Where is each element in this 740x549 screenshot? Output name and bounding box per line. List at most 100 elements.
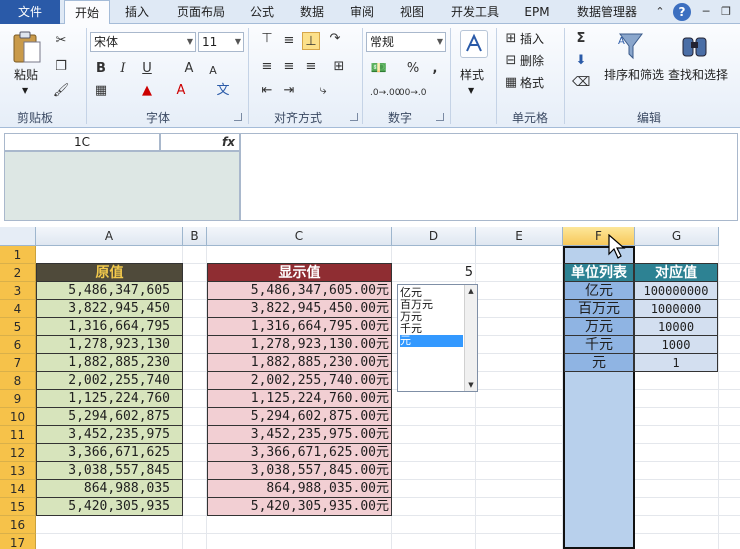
delete-cells-icon[interactable]: ⊟ <box>502 52 520 70</box>
row-header-1[interactable]: 1 <box>0 246 36 264</box>
cell-g[interactable]: 100000000 <box>634 282 718 300</box>
align-top-icon[interactable]: ⊤ <box>258 30 276 48</box>
align-right-icon[interactable]: ≡ <box>302 58 320 76</box>
paste-icon[interactable] <box>12 30 42 64</box>
column-header-b[interactable]: B <box>183 227 207 246</box>
listbox-scrollbar[interactable]: ▲ ▼ <box>464 285 477 391</box>
clear-icon[interactable]: ⌫ <box>572 74 590 92</box>
cell-c[interactable]: 3,038,557,845.00元 <box>207 462 392 480</box>
copy-icon[interactable]: ❐ <box>52 58 70 76</box>
fill-icon[interactable]: ⬇ <box>572 52 590 70</box>
cell-a[interactable]: 1,125,224,760 <box>36 390 183 408</box>
cell-a[interactable]: 3,452,235,975 <box>36 426 183 444</box>
cell-f[interactable]: 千元 <box>564 336 634 354</box>
cell-c[interactable]: 3,452,235,975.00元 <box>207 426 392 444</box>
row-header-14[interactable]: 14 <box>0 480 36 498</box>
percent-button[interactable]: % <box>404 60 422 78</box>
header-corresponding-value[interactable]: 对应值 <box>634 263 718 282</box>
cell-c[interactable]: 5,420,305,935.00元 <box>207 498 392 516</box>
orientation-icon[interactable]: ↷ <box>326 30 344 48</box>
column-header-a[interactable]: A <box>36 227 183 246</box>
delete-cells-button[interactable]: 删除 <box>520 52 544 70</box>
cell-f[interactable]: 元 <box>564 354 634 372</box>
cell-g[interactable]: 1000 <box>634 336 718 354</box>
increase-indent-icon[interactable]: ⇥ <box>280 82 298 100</box>
row-header-4[interactable]: 4 <box>0 300 36 318</box>
cell-a[interactable]: 1,278,923,130 <box>36 336 183 354</box>
select-all-corner[interactable] <box>0 227 36 246</box>
column-header-e[interactable]: E <box>476 227 563 246</box>
find-select-icon[interactable] <box>680 30 710 62</box>
cell-c[interactable]: 3,366,671,625.00元 <box>207 444 392 462</box>
row-header-2[interactable]: 2 <box>0 264 36 282</box>
merge-center-icon[interactable]: ⊞ <box>330 58 348 76</box>
row-header-15[interactable]: 15 <box>0 498 36 516</box>
cell-c[interactable]: 1,278,923,130.00元 <box>207 336 392 354</box>
styles-icon[interactable] <box>460 30 488 58</box>
worksheet-grid[interactable]: A B C D E F G 1 2 3 4 5 6 7 8 9 10 11 12 13 14 15 16 17 原值 显示值 单位列… <box>0 227 740 549</box>
cell-c[interactable]: 1,882,885,230.00元 <box>207 354 392 372</box>
cell-g[interactable]: 1 <box>634 354 718 372</box>
tab-developer[interactable]: 开发工具 <box>440 0 510 24</box>
row-header-7[interactable]: 7 <box>0 354 36 372</box>
underline-button[interactable]: U <box>138 60 156 78</box>
align-bottom-icon[interactable]: ⊥ <box>302 32 320 50</box>
unit-listbox[interactable]: 亿元 百万元 万元 千元元 ▲ ▼ <box>397 284 478 392</box>
row-header-3[interactable]: 3 <box>0 282 36 300</box>
tab-view[interactable]: 视图 <box>390 0 434 24</box>
number-dialog-launcher-icon[interactable] <box>436 113 444 121</box>
row-header-13[interactable]: 13 <box>0 462 36 480</box>
cell-a[interactable]: 3,822,945,450 <box>36 300 183 318</box>
cut-icon[interactable]: ✂ <box>52 32 70 50</box>
scroll-up-icon[interactable]: ▲ <box>465 285 477 297</box>
align-center-icon[interactable]: ≡ <box>280 58 298 76</box>
tab-insert[interactable]: 插入 <box>114 0 160 24</box>
format-painter-icon[interactable]: 🖌 <box>52 82 70 100</box>
row-header-16[interactable]: 16 <box>0 516 36 534</box>
cell-d2[interactable]: 5 <box>392 264 476 282</box>
insert-cells-icon[interactable]: ⊞ <box>502 30 520 48</box>
decrease-indent-icon[interactable]: ⇤ <box>258 82 276 100</box>
tab-data-manager[interactable]: 数据管理器 <box>568 0 646 24</box>
find-select-button[interactable]: 查找和选择 <box>668 66 728 84</box>
cell-a[interactable]: 5,486,347,605 <box>36 282 183 300</box>
borders-icon[interactable]: ▦ <box>92 82 110 100</box>
tab-file[interactable]: 文件 <box>0 0 60 24</box>
shrink-font-button[interactable]: A <box>204 62 222 80</box>
cell-f[interactable]: 百万元 <box>564 300 634 318</box>
header-display-value[interactable]: 显示值 <box>207 263 392 282</box>
currency-icon[interactable]: 💵 <box>370 60 388 78</box>
row-header-8[interactable]: 8 <box>0 372 36 390</box>
autosum-button[interactable]: Σ <box>572 30 590 48</box>
sort-filter-button[interactable]: 排序和筛选 <box>604 66 664 84</box>
cell-a[interactable]: 2,002,255,740 <box>36 372 183 390</box>
column-header-d[interactable]: D <box>392 227 476 246</box>
header-unit-list[interactable]: 单位列表 <box>564 263 634 282</box>
font-size-combo[interactable]: 11 ▼ <box>198 32 244 52</box>
tab-home[interactable]: 开始 <box>64 0 110 25</box>
row-header-5[interactable]: 5 <box>0 318 36 336</box>
cell-a[interactable]: 3,038,557,845 <box>36 462 183 480</box>
styles-dropdown-icon[interactable]: ▼ <box>468 82 474 100</box>
cell-c[interactable]: 1,316,664,795.00元 <box>207 318 392 336</box>
row-header-10[interactable]: 10 <box>0 408 36 426</box>
cell-g[interactable]: 10000 <box>634 318 718 336</box>
cell-f[interactable]: 万元 <box>564 318 634 336</box>
increase-decimal-button[interactable]: .0→.00 <box>370 84 400 102</box>
window-restore-icon[interactable]: ❐ <box>718 4 734 20</box>
cell-c[interactable]: 5,294,602,875.00元 <box>207 408 392 426</box>
cell-c[interactable]: 5,486,347,605.00元 <box>207 282 392 300</box>
window-minimize-icon[interactable]: ─ <box>698 4 714 20</box>
paste-dropdown-icon[interactable]: ▼ <box>22 82 28 100</box>
column-header-c[interactable]: C <box>207 227 392 246</box>
tab-page-layout[interactable]: 页面布局 <box>166 0 236 24</box>
sort-filter-icon[interactable]: A <box>616 30 646 62</box>
scroll-down-icon[interactable]: ▼ <box>465 379 477 391</box>
cell-a[interactable]: 1,316,664,795 <box>36 318 183 336</box>
decrease-decimal-button[interactable]: .00→.0 <box>396 84 426 102</box>
formula-input[interactable] <box>240 133 738 221</box>
comma-button[interactable]: , <box>426 60 444 78</box>
cell-a[interactable]: 864,988,035 <box>36 480 183 498</box>
row-header-17[interactable]: 17 <box>0 534 36 549</box>
font-color-icon[interactable]: A <box>172 82 190 100</box>
